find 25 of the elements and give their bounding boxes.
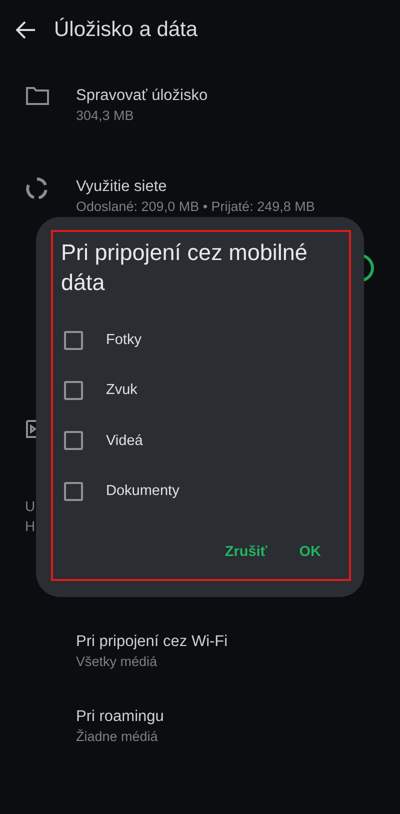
checkbox[interactable]: [64, 482, 83, 501]
setting-title[interactable]: Využitie siete: [76, 176, 167, 197]
setting-subtitle: Odoslané: 209,0 MB • Prijaté: 249,8 MB: [76, 198, 315, 216]
checkbox[interactable]: [64, 330, 83, 350]
setting-title[interactable]: Pri pripojení cez Wi-Fi: [76, 631, 228, 652]
back-icon[interactable]: [16, 21, 36, 39]
folder-icon: [26, 86, 49, 105]
setting-title: U: [24, 497, 36, 516]
option-label[interactable]: Zvuk: [106, 382, 138, 398]
setting-subtitle: Žiadne médiá: [76, 728, 158, 746]
checkbox[interactable]: [64, 380, 83, 400]
checkbox[interactable]: [64, 431, 83, 450]
media-icon: [26, 420, 38, 438]
option-label[interactable]: Fotky: [106, 332, 142, 348]
cancel-button[interactable]: Zrušiť: [218, 538, 274, 566]
dialog-title: Pri pripojení cez mobilné dáta: [61, 239, 308, 297]
setting-subtitle: 304,3 MB: [76, 107, 134, 125]
setting-title: H: [24, 517, 36, 536]
setting-title[interactable]: Spravovať úložisko: [76, 85, 208, 106]
option-label[interactable]: Videá: [106, 432, 143, 449]
setting-title[interactable]: Pri roamingu: [76, 706, 164, 727]
screen-title: Úložisko a dáta: [54, 18, 198, 42]
ok-button[interactable]: OK: [293, 538, 327, 566]
setting-subtitle: Všetky médiá: [76, 653, 158, 671]
option-label[interactable]: Dokumenty: [106, 483, 180, 500]
